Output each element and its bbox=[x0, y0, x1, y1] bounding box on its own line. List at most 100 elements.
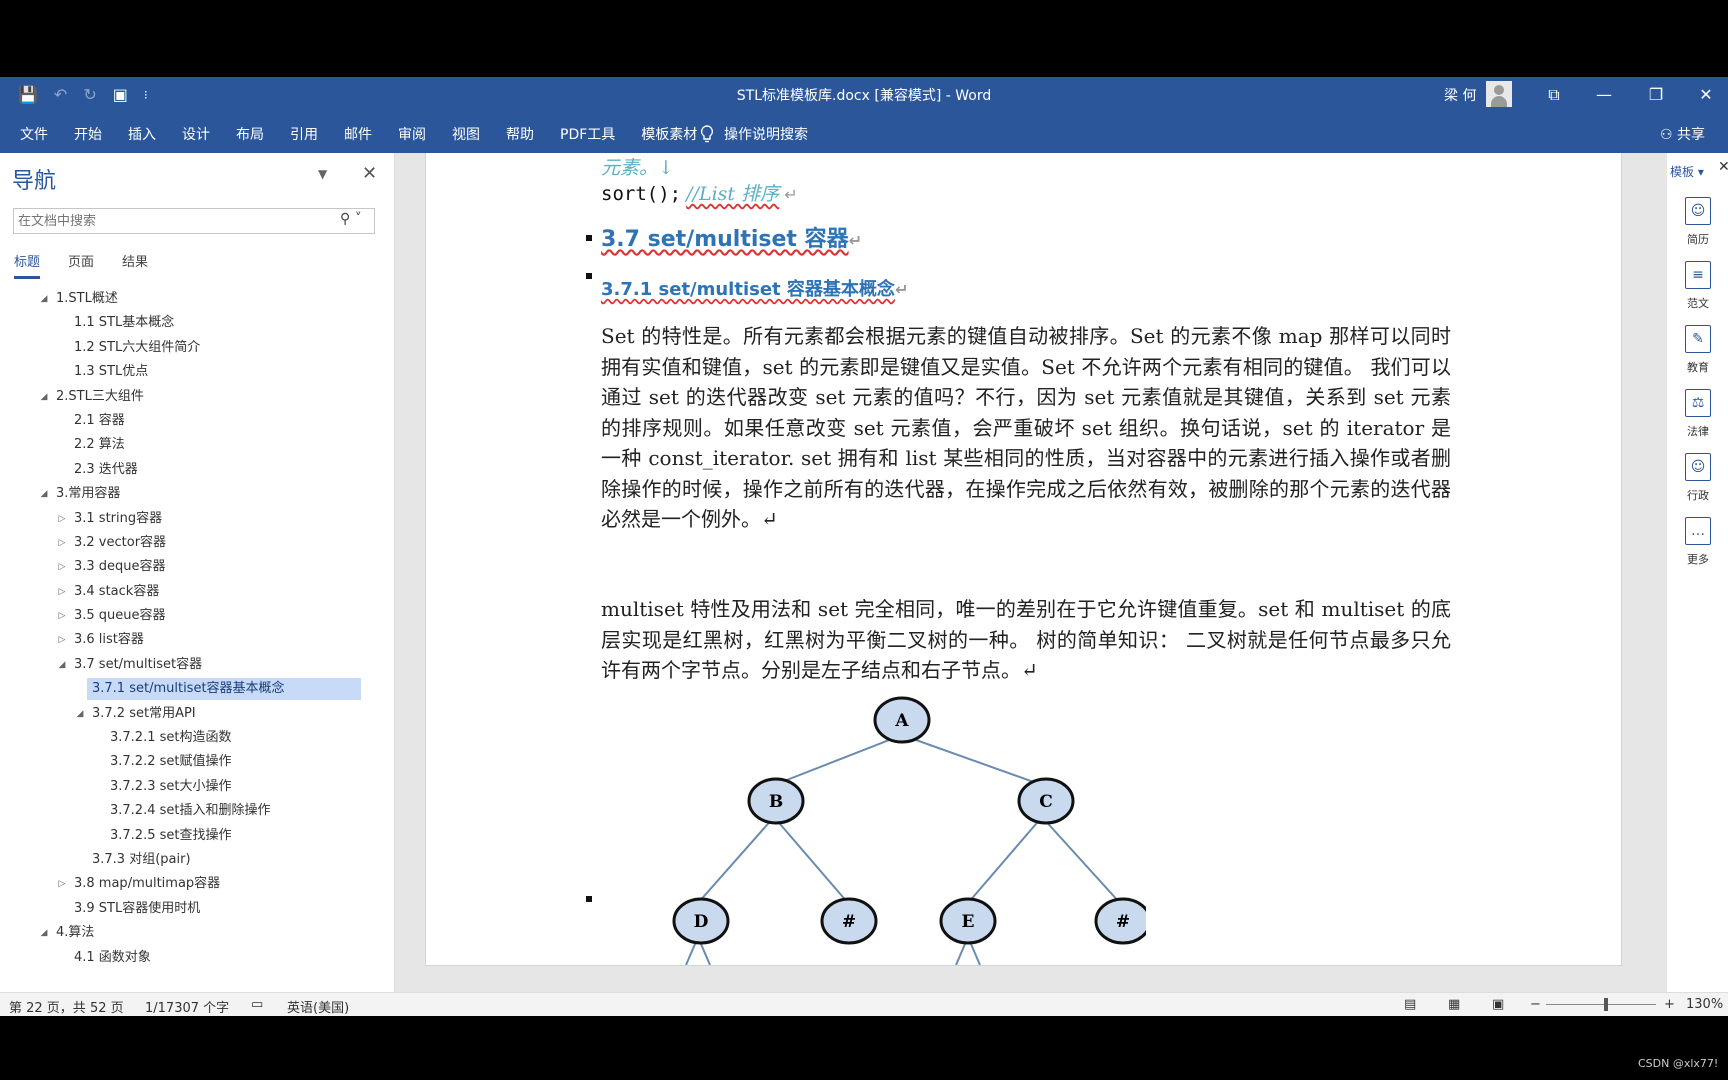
zoom-level[interactable]: 130% bbox=[1686, 997, 1723, 1012]
nav-heading-item[interactable]: ▷ 3.1 string容器 bbox=[0, 507, 394, 531]
nav-heading-item[interactable]: 3.7.2.4 set插入和删除操作 bbox=[0, 799, 394, 823]
close-button[interactable]: ✕ bbox=[1690, 81, 1722, 109]
expand-triangle-icon[interactable]: ▷ bbox=[56, 604, 68, 628]
nav-heading-item[interactable]: 3.7.2.3 set大小操作 bbox=[0, 775, 394, 799]
nav-heading-item[interactable]: ▷ 3.8 map/multimap容器 bbox=[0, 872, 394, 896]
nav-heading-item[interactable]: ▷ 3.3 deque容器 bbox=[0, 555, 394, 579]
templates-pane-close-icon[interactable]: ✕ bbox=[1718, 159, 1728, 175]
tab-home[interactable]: 开始 bbox=[74, 124, 102, 144]
tab-review[interactable]: 审阅 bbox=[398, 124, 426, 144]
nav-heading-item[interactable]: 4.1 函数对象 bbox=[0, 946, 394, 970]
nav-heading-item[interactable]: 2.2 算法 bbox=[0, 433, 394, 457]
templates-pane-title[interactable]: 模板 ▾ bbox=[1670, 163, 1704, 180]
nav-heading-label: 3.7 set/multiset容器 bbox=[74, 656, 203, 672]
nav-tab-pages[interactable]: 页面 bbox=[68, 251, 94, 279]
tab-pdf-tools[interactable]: PDF工具 bbox=[560, 124, 615, 144]
nav-heading-item[interactable]: ◢ 3.7.2 set常用API bbox=[0, 702, 394, 726]
zoom-slider-thumb[interactable] bbox=[1604, 998, 1608, 1011]
nav-heading-label: 3.7.2.4 set插入和删除操作 bbox=[110, 803, 271, 819]
nav-heading-item[interactable]: 3.7.1 set/multiset容器基本概念 bbox=[0, 677, 394, 701]
tell-me-search[interactable]: 操作说明搜索 bbox=[700, 124, 808, 144]
nav-heading-label: 3.3 deque容器 bbox=[74, 559, 166, 575]
nav-close-icon[interactable]: ✕ bbox=[362, 163, 377, 184]
tab-file[interactable]: 文件 bbox=[20, 124, 48, 144]
zoom-in-button[interactable]: + bbox=[1664, 997, 1675, 1012]
nav-heading-item[interactable]: 1.2 STL六大组件简介 bbox=[0, 336, 394, 360]
tab-help[interactable]: 帮助 bbox=[506, 124, 534, 144]
expand-triangle-icon[interactable]: ▷ bbox=[56, 580, 68, 604]
nav-heading-label: 1.1 STL基本概念 bbox=[74, 315, 175, 331]
nav-tab-results[interactable]: 结果 bbox=[122, 251, 148, 279]
share-button[interactable]: ⚇ 共享 bbox=[1660, 124, 1705, 144]
tab-templates[interactable]: 模板素材 bbox=[641, 124, 697, 144]
tab-references[interactable]: 引用 bbox=[290, 124, 318, 144]
template-category-5[interactable]: … 更多 bbox=[1678, 517, 1718, 567]
nav-heading-item[interactable]: ▷ 3.6 list容器 bbox=[0, 628, 394, 652]
template-category-2[interactable]: ✎ 教育 bbox=[1678, 325, 1718, 375]
nav-heading-item[interactable]: 3.7.2.1 set构造函数 bbox=[0, 726, 394, 750]
nav-heading-item[interactable]: 1.3 STL优点 bbox=[0, 360, 394, 384]
zoom-out-button[interactable]: − bbox=[1530, 997, 1541, 1012]
nav-search-input[interactable] bbox=[14, 209, 320, 233]
nav-heading-item[interactable]: 3.7.3 对组(pair) bbox=[0, 848, 394, 872]
nav-heading-item[interactable]: ▷ 3.4 stack容器 bbox=[0, 580, 394, 604]
zoom-slider[interactable] bbox=[1546, 1004, 1656, 1005]
nav-title: 导航 bbox=[12, 169, 57, 194]
nav-heading-item[interactable]: 1.1 STL基本概念 bbox=[0, 311, 394, 335]
collapse-triangle-icon[interactable]: ◢ bbox=[38, 921, 50, 945]
nav-tab-headings[interactable]: 标题 bbox=[14, 251, 41, 279]
language[interactable]: 英语(美国) bbox=[287, 997, 349, 1016]
svg-text:C: C bbox=[1039, 792, 1053, 812]
minimize-button[interactable]: — bbox=[1588, 81, 1620, 109]
nav-heading-item[interactable]: ▷ 3.2 vector容器 bbox=[0, 531, 394, 555]
template-category-4[interactable]: ☺ 行政 bbox=[1678, 453, 1718, 503]
nav-heading-item[interactable]: ◢ 1.STL概述 bbox=[0, 287, 394, 311]
expand-triangle-icon[interactable]: ▷ bbox=[56, 628, 68, 652]
template-category-0[interactable]: ☺ 简历 bbox=[1678, 197, 1718, 247]
nav-heading-item[interactable]: ◢ 3.7 set/multiset容器 bbox=[0, 653, 394, 677]
search-icon[interactable]: ⚲ ˅ bbox=[340, 211, 362, 227]
svg-text:E: E bbox=[962, 912, 975, 932]
page-count[interactable]: 第 22 页，共 52 页 bbox=[9, 997, 124, 1016]
expand-triangle-icon[interactable]: ▷ bbox=[56, 872, 68, 896]
avatar[interactable] bbox=[1486, 81, 1512, 107]
nav-heading-item[interactable]: 2.1 容器 bbox=[0, 409, 394, 433]
print-layout-icon[interactable]: ▦ bbox=[1448, 997, 1460, 1012]
tab-view[interactable]: 视图 bbox=[452, 124, 480, 144]
nav-heading-item[interactable]: ◢ 4.算法 bbox=[0, 921, 394, 945]
nav-heading-item[interactable]: 2.3 迭代器 bbox=[0, 458, 394, 482]
nav-heading-item[interactable]: ◢ 3.常用容器 bbox=[0, 482, 394, 506]
collapse-triangle-icon[interactable]: ◢ bbox=[38, 385, 50, 409]
collapse-triangle-icon[interactable]: ◢ bbox=[38, 482, 50, 506]
expand-triangle-icon[interactable]: ▷ bbox=[56, 507, 68, 531]
read-mode-icon[interactable]: ▤ bbox=[1404, 997, 1416, 1012]
template-category-label: 教育 bbox=[1687, 361, 1709, 374]
nav-heading-label: 2.STL三大组件 bbox=[56, 388, 144, 404]
word-count[interactable]: 1/17307 个字 bbox=[145, 997, 229, 1016]
expand-triangle-icon[interactable]: ▷ bbox=[56, 531, 68, 555]
ribbon-display-options-icon[interactable]: ⧉ bbox=[1538, 81, 1570, 109]
tab-mailings[interactable]: 邮件 bbox=[344, 124, 372, 144]
tab-layout[interactable]: 布局 bbox=[236, 124, 264, 144]
template-category-1[interactable]: ≡ 范文 bbox=[1678, 261, 1718, 311]
nav-heading-item[interactable]: 3.7.2.5 set查找操作 bbox=[0, 824, 394, 848]
document-page[interactable]: 元素。↓ sort(); //List 排序 ↵ 3.7 set/multise… bbox=[425, 153, 1622, 966]
nav-heading-item[interactable]: ◢ 2.STL三大组件 bbox=[0, 385, 394, 409]
nav-heading-item[interactable]: 3.7.2.2 set赋值操作 bbox=[0, 750, 394, 774]
nav-search-box[interactable]: ⚲ ˅ bbox=[13, 208, 375, 234]
tab-insert[interactable]: 插入 bbox=[128, 124, 156, 144]
collapse-triangle-icon[interactable]: ◢ bbox=[38, 287, 50, 311]
admin-icon: ☺ bbox=[1685, 453, 1711, 481]
collapse-triangle-icon[interactable]: ◢ bbox=[56, 653, 68, 677]
nav-heading-item[interactable]: 3.9 STL容器使用时机 bbox=[0, 897, 394, 921]
nav-heading-item[interactable]: ▷ 3.5 queue容器 bbox=[0, 604, 394, 628]
restore-button[interactable]: ❐ bbox=[1640, 81, 1672, 109]
web-layout-icon[interactable]: ▣ bbox=[1492, 997, 1504, 1012]
nav-options-icon[interactable]: ▼ bbox=[318, 167, 327, 181]
template-category-3[interactable]: ⚖ 法律 bbox=[1678, 389, 1718, 439]
user-name[interactable]: 梁 何 bbox=[1444, 85, 1476, 105]
tab-design[interactable]: 设计 bbox=[182, 124, 210, 144]
expand-triangle-icon[interactable]: ▷ bbox=[56, 555, 68, 579]
collapse-triangle-icon[interactable]: ◢ bbox=[74, 702, 86, 726]
proofing-icon[interactable]: ▭ bbox=[251, 997, 263, 1012]
